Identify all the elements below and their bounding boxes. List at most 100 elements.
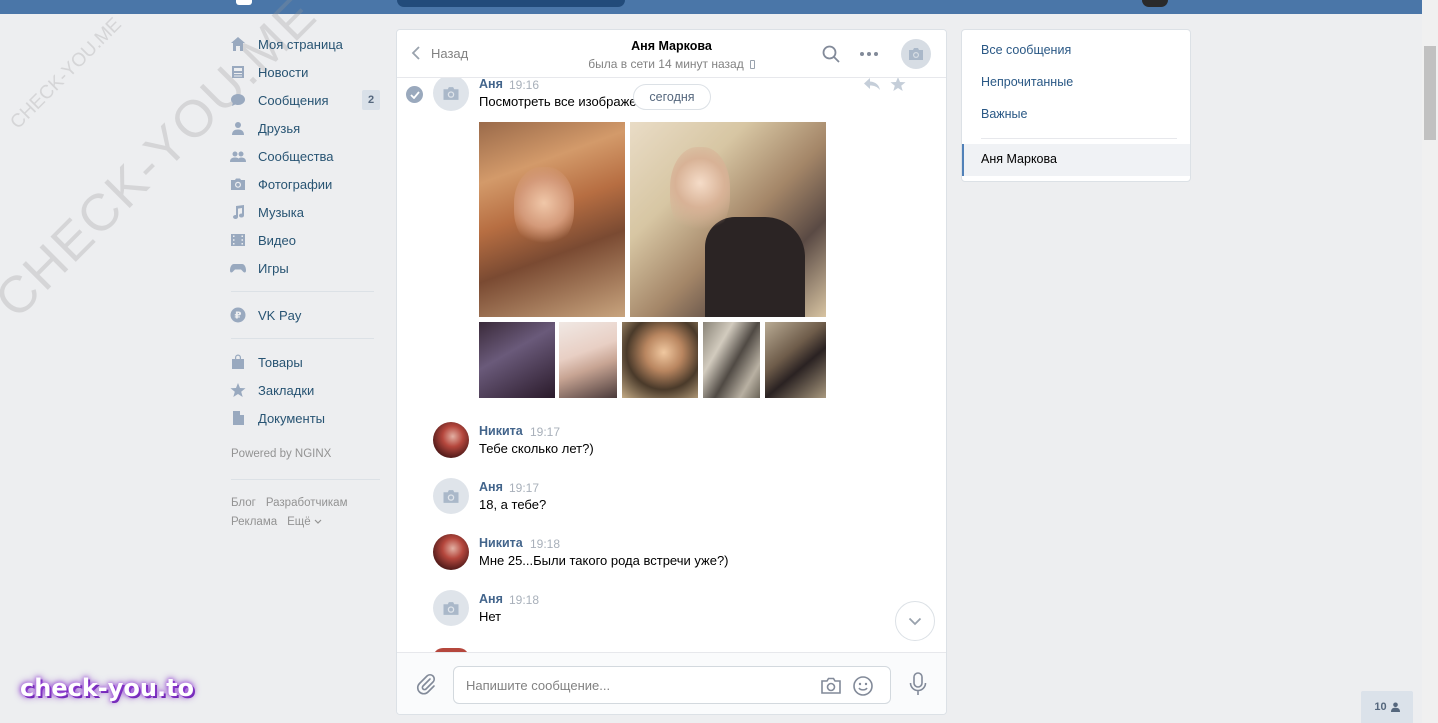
chat-panel: Назад Аня Маркова была в сети 14 минут н… [396, 29, 947, 715]
photo-attachment[interactable] [622, 322, 698, 398]
avatar[interactable] [433, 75, 469, 111]
footer-link-more[interactable]: Ещё [287, 516, 322, 528]
message-time[interactable]: 19:17 [530, 425, 560, 439]
footer-more-label: Ещё [287, 516, 311, 528]
camera-icon [443, 601, 459, 615]
photo-attachment[interactable] [630, 122, 826, 317]
peer-avatar[interactable] [901, 39, 931, 69]
message-filters: Все сообщения Непрочитанные Важные Аня М… [961, 29, 1191, 182]
sidebar-item-friends[interactable]: Друзья [230, 114, 380, 142]
chevron-down-icon [908, 617, 922, 625]
sidebar-divider [231, 479, 380, 480]
microphone-icon[interactable] [907, 671, 929, 697]
message-input[interactable] [466, 676, 806, 694]
filter-all-messages[interactable]: Все сообщения [981, 43, 1071, 57]
sidebar-item-photos[interactable]: Фотографии [230, 170, 380, 198]
page-scrollbar[interactable] [1422, 0, 1438, 723]
scroll-down-button[interactable] [895, 601, 935, 641]
chevron-down-icon [314, 519, 322, 524]
sidebar-item-label: Видео [258, 232, 296, 248]
peer-status-text: была в сети 14 минут назад [588, 57, 744, 71]
message-text[interactable]: Посмотреть все изображения [479, 94, 658, 109]
message-text[interactable]: 18, а тебе? [479, 497, 546, 512]
more-icon[interactable] [859, 44, 879, 64]
watermark-brand: check-you.to [20, 674, 195, 702]
bookmarks-icon [230, 382, 246, 398]
sidebar-item-documents[interactable]: Документы [230, 404, 380, 432]
sidebar-item-label: Сообщения [258, 92, 329, 108]
camera-icon[interactable] [820, 676, 842, 696]
sidebar-item-games[interactable]: Игры [230, 254, 380, 282]
sidebar-divider [231, 291, 374, 292]
message-author[interactable]: Аня [479, 480, 503, 494]
filter-unread[interactable]: Непрочитанные [981, 75, 1073, 89]
sidebar-item-vkpay[interactable]: ₽ VK Pay [230, 301, 380, 329]
sidebar-item-news[interactable]: Новости [230, 58, 380, 86]
header-avatar[interactable] [1142, 0, 1168, 7]
online-count: 10 [1374, 701, 1387, 713]
sidebar-item-messages[interactable]: Сообщения 2 [230, 86, 380, 114]
photo-attachment[interactable] [765, 322, 826, 398]
games-icon [230, 260, 246, 276]
message-author[interactable]: Никита [479, 536, 523, 550]
camera-icon [909, 48, 923, 60]
message-composer [397, 652, 946, 714]
user-icon [1390, 702, 1400, 712]
reply-icon[interactable] [863, 77, 881, 91]
top-header [0, 0, 1422, 14]
filter-important[interactable]: Важные [981, 107, 1028, 121]
chat-header: Назад Аня Маркова была в сети 14 минут н… [397, 30, 946, 78]
message-time[interactable]: 19:18 [530, 537, 560, 551]
message-input-box[interactable] [453, 666, 891, 704]
sidebar-item-music[interactable]: Музыка [230, 198, 380, 226]
messages-count-badge: 2 [362, 90, 380, 110]
message-author[interactable]: Никита [479, 424, 523, 438]
search-icon[interactable] [821, 44, 841, 64]
message-author[interactable]: Аня [479, 77, 503, 91]
sidebar-item-label: Музыка [258, 204, 304, 220]
watermark-small: CHECK-YOU.ME [6, 13, 126, 134]
vkpay-icon: ₽ [230, 307, 246, 323]
footer-link-blog[interactable]: Блог [231, 497, 256, 509]
vk-logo-icon[interactable] [236, 0, 252, 5]
footer-link-dev[interactable]: Разработчикам [266, 497, 348, 509]
smile-icon[interactable] [852, 675, 874, 697]
sidebar-item-my-page[interactable]: Моя страница [230, 30, 380, 58]
star-icon[interactable] [890, 76, 906, 92]
message-time[interactable]: 19:17 [509, 481, 539, 495]
avatar[interactable] [433, 534, 469, 570]
sidebar-item-video[interactable]: Видео [230, 226, 380, 254]
selected-check-icon[interactable] [406, 86, 423, 103]
avatar[interactable] [433, 478, 469, 514]
photo-attachment[interactable] [703, 322, 760, 398]
sidebar-item-label: VK Pay [258, 307, 302, 323]
filter-active-conversation[interactable]: Аня Маркова [962, 144, 1190, 176]
sidebar-item-market[interactable]: Товары [230, 348, 380, 376]
sidebar-item-label: Игры [258, 260, 289, 276]
sidebar-item-groups[interactable]: Сообщества [230, 142, 380, 170]
photo-attachment[interactable] [479, 322, 555, 398]
message-time[interactable]: 19:18 [509, 593, 539, 607]
footer-link-ads[interactable]: Реклама [231, 516, 277, 528]
camera-icon [443, 86, 459, 100]
photo-attachment[interactable] [479, 122, 625, 317]
sidebar-item-label: Новости [258, 64, 309, 80]
message-text[interactable]: Тебе сколько лет?) [479, 441, 594, 456]
home-icon [230, 36, 246, 52]
message-author[interactable]: Аня [479, 592, 503, 606]
messages-icon [230, 92, 246, 108]
message-text[interactable]: Нет [479, 609, 501, 624]
avatar[interactable] [433, 590, 469, 626]
message-time[interactable]: 19:16 [509, 78, 539, 92]
sidebar-item-label: Закладки [258, 382, 315, 398]
paperclip-icon[interactable] [415, 673, 437, 695]
avatar[interactable] [433, 422, 469, 458]
online-friends-counter[interactable]: 10 [1361, 691, 1413, 723]
sidebar-item-label: Сообщества [258, 148, 334, 164]
left-sidebar: Моя страница Новости Сообщения 2 Друзья … [230, 30, 380, 532]
message-text[interactable]: Мне 25...Были такого рода встречи уже?) [479, 553, 729, 568]
header-search-input[interactable] [397, 0, 625, 7]
photo-attachment[interactable] [559, 322, 617, 398]
sidebar-item-bookmarks[interactable]: Закладки [230, 376, 380, 404]
scrollbar-thumb[interactable] [1424, 46, 1436, 140]
